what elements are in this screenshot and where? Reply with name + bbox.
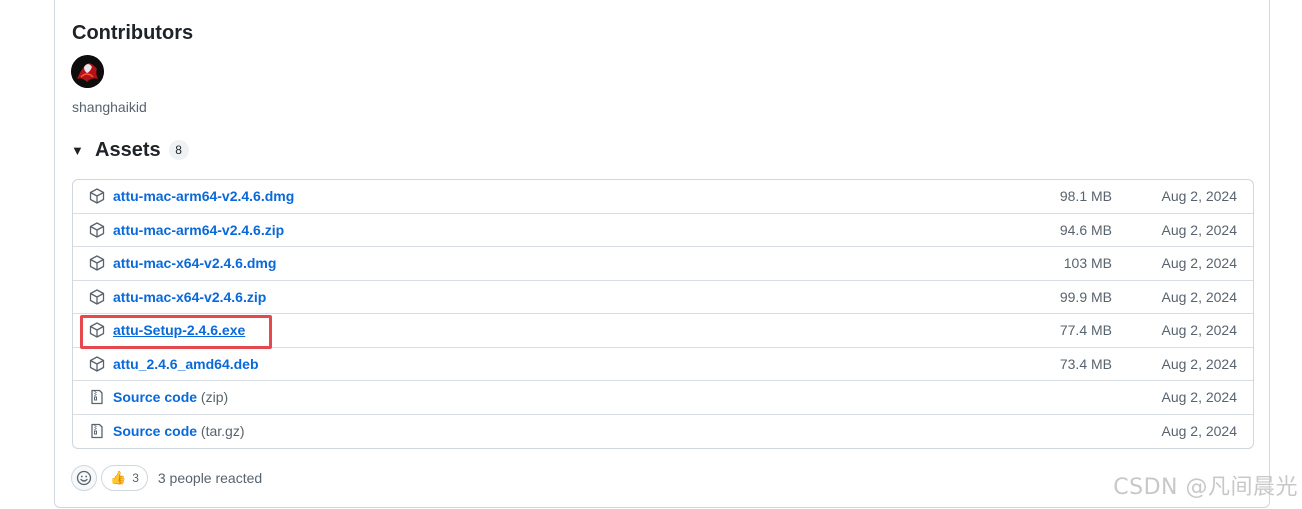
smiley-icon (76, 470, 92, 486)
avatar-image (71, 55, 104, 88)
asset-size: 103 MB (1063, 255, 1112, 272)
asset-link-exe[interactable]: attu-Setup-2.4.6.exe (113, 322, 245, 338)
asset-link[interactable]: attu-mac-arm64-v2.4.6.dmg (113, 188, 294, 204)
asset-row: attu-Setup-2.4.6.exe 77.4 MB Aug 2, 2024 (73, 314, 1253, 348)
avatar[interactable] (71, 55, 104, 88)
asset-row: Source code (tar.gz) Aug 2, 2024 (73, 415, 1253, 449)
asset-date: Aug 2, 2024 (1161, 355, 1237, 372)
asset-link[interactable]: attu-mac-x64-v2.4.6.dmg (113, 255, 276, 271)
assets-list: attu-mac-arm64-v2.4.6.dmg 98.1 MB Aug 2,… (72, 179, 1254, 449)
asset-date: Aug 2, 2024 (1161, 288, 1237, 305)
package-icon (89, 222, 105, 238)
reaction-count: 3 (132, 471, 139, 485)
asset-link[interactable]: attu-mac-arm64-v2.4.6.zip (113, 222, 284, 238)
asset-row: attu-mac-x64-v2.4.6.zip 99.9 MB Aug 2, 2… (73, 281, 1253, 314)
asset-row: attu-mac-arm64-v2.4.6.dmg 98.1 MB Aug 2,… (73, 180, 1253, 214)
reactions-bar: 👍 3 3 people reacted (71, 465, 262, 491)
package-icon (89, 322, 105, 338)
asset-name: Source code (113, 423, 198, 440)
file-zip-icon (91, 390, 103, 405)
add-reaction-button[interactable] (71, 465, 97, 491)
asset-link[interactable]: Source code (zip) (113, 389, 228, 405)
assets-count-badge: 8 (168, 140, 189, 160)
asset-name: attu-mac-arm64-v2.4.6.dmg (113, 188, 295, 205)
assets-header[interactable]: ▼ Assets 8 (71, 137, 189, 163)
asset-name: Source code (113, 389, 198, 406)
asset-row: Source code (zip) Aug 2, 2024 (73, 381, 1253, 415)
caret-down-icon[interactable]: ▼ (71, 143, 93, 158)
asset-date: Aug 2, 2024 (1161, 389, 1237, 406)
asset-date: Aug 2, 2024 (1161, 221, 1237, 238)
file-zip-icon (91, 424, 103, 439)
asset-name: attu_2.4.6_amd64.deb (113, 355, 259, 372)
asset-name: attu-mac-x64-v2.4.6.dmg (113, 255, 277, 272)
asset-suffix: (tar.gz) (200, 423, 245, 440)
reactions-summary: 3 people reacted (157, 470, 263, 486)
asset-date: Aug 2, 2024 (1161, 255, 1237, 272)
asset-link[interactable]: attu_2.4.6_amd64.deb (113, 356, 259, 372)
asset-link[interactable]: attu-mac-x64-v2.4.6.zip (113, 289, 266, 305)
asset-date: Aug 2, 2024 (1161, 322, 1237, 339)
asset-size: 98.1 MB (1059, 188, 1112, 205)
thumbs-up-reaction-button[interactable]: 👍 3 (101, 465, 148, 491)
asset-row: attu-mac-arm64-v2.4.6.zip 94.6 MB Aug 2,… (73, 214, 1253, 247)
release-card: Contributors shanghaikid ▼ Assets 8 attu… (54, 0, 1270, 508)
contributor-name[interactable]: shanghaikid (72, 99, 147, 115)
asset-name: attu-mac-x64-v2.4.6.zip (113, 288, 267, 305)
thumbs-up-icon: 👍 (110, 470, 127, 485)
asset-name: attu-mac-arm64-v2.4.6.zip (113, 221, 285, 238)
asset-size: 94.6 MB (1059, 221, 1112, 238)
assets-title: Assets (95, 138, 161, 161)
package-icon (89, 255, 105, 271)
asset-link[interactable]: Source code (tar.gz) (113, 423, 245, 439)
asset-row: attu_2.4.6_amd64.deb 73.4 MB Aug 2, 2024 (73, 348, 1253, 381)
watermark: CSDN @凡间晨光 (1113, 475, 1298, 500)
asset-suffix: (zip) (200, 389, 229, 406)
asset-name: attu-Setup-2.4.6.exe (113, 322, 246, 339)
asset-size: 73.4 MB (1059, 355, 1112, 372)
asset-size: 99.9 MB (1059, 288, 1112, 305)
contributors-heading: Contributors (72, 22, 194, 44)
asset-date: Aug 2, 2024 (1161, 188, 1237, 205)
asset-row: attu-mac-x64-v2.4.6.dmg 103 MB Aug 2, 20… (73, 247, 1253, 281)
asset-size: 77.4 MB (1059, 322, 1112, 339)
package-icon (89, 356, 105, 372)
package-icon (89, 289, 105, 305)
package-icon (89, 188, 105, 204)
asset-date: Aug 2, 2024 (1161, 423, 1237, 440)
